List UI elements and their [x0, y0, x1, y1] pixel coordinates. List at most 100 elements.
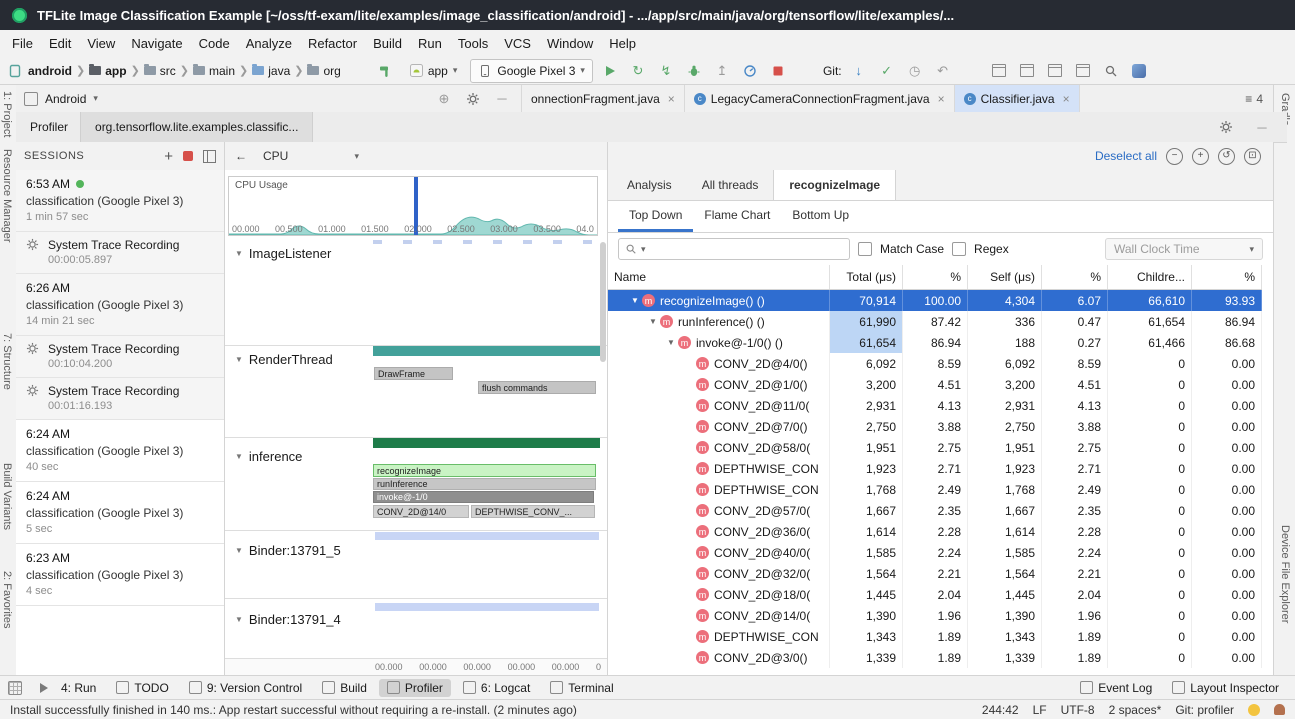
collapse-icon[interactable]: ▼ — [235, 546, 243, 555]
strip-button-build-variants[interactable]: Build Variants — [1, 463, 13, 530]
cpu-usage-chart[interactable]: CPU Usage 00.00000.50001.00001.50002.000… — [228, 176, 598, 236]
table-row[interactable]: mCONV_2D@32/0(1,5642.211,5642.2100.00 — [608, 563, 1262, 584]
close-tab-icon[interactable]: × — [668, 92, 675, 106]
run-config-selector[interactable]: app ▾ — [403, 60, 465, 82]
tool-window-button-profiler[interactable]: Profiler — [379, 679, 451, 697]
status-message[interactable]: Install successfully finished in 140 ms.… — [10, 703, 577, 717]
session-entry[interactable]: 6:53 AMclassification (Google Pixel 3)1 … — [16, 170, 224, 232]
clock-mode-selector[interactable]: Wall Clock Time ▾ — [1105, 238, 1263, 260]
avatar-icon[interactable] — [1128, 60, 1150, 82]
sessions-layout-button[interactable] — [203, 150, 216, 163]
menu-tools[interactable]: Tools — [450, 33, 496, 54]
git-branch-indicator[interactable]: Git: profiler — [1175, 703, 1234, 717]
tool-window-button-4-run[interactable]: 4: Run — [32, 679, 104, 697]
trace-event-invoke[interactable]: invoke@-1/0 — [373, 491, 594, 503]
stop-recording-button[interactable] — [183, 151, 193, 161]
zoom-in-button[interactable]: + — [1192, 148, 1209, 165]
line-separator-indicator[interactable]: LF — [1033, 703, 1047, 717]
tool-window-button-layout-inspector[interactable]: Layout Inspector — [1164, 679, 1287, 697]
column-header[interactable]: Total (μs) — [830, 265, 903, 289]
thread-row-binder4[interactable]: ▼ Binder:13791_4 — [235, 612, 341, 627]
run-button[interactable] — [599, 60, 621, 82]
deselect-all-link[interactable]: Deselect all — [1095, 149, 1157, 163]
session-entry[interactable]: 6:24 AMclassification (Google Pixel 3)40… — [16, 420, 224, 482]
table-row[interactable]: mCONV_2D@3/0()1,3391.891,3391.8900.00 — [608, 647, 1262, 668]
tool-window-button-terminal[interactable]: Terminal — [542, 679, 621, 697]
menu-build[interactable]: Build — [365, 33, 410, 54]
tool-window-button-6-logcat[interactable]: 6: Logcat — [455, 679, 538, 697]
locate-file-button[interactable]: ⊕ — [433, 88, 455, 110]
strip-button-device-file-explorer[interactable]: Device File Explorer — [1279, 525, 1291, 623]
profiler-type-selector[interactable]: CPU ▾ — [263, 149, 359, 163]
menu-file[interactable]: File — [4, 33, 41, 54]
strip-button-1-project[interactable]: 1: Project — [1, 91, 13, 137]
expander-icon[interactable]: ▼ — [664, 338, 678, 347]
run-with-coverage-button[interactable]: ↥ — [711, 60, 733, 82]
menu-analyze[interactable]: Analyze — [238, 33, 300, 54]
indent-indicator[interactable]: 2 spaces* — [1109, 703, 1162, 717]
table-row[interactable]: mCONV_2D@40/0(1,5852.241,5852.2400.00 — [608, 542, 1262, 563]
device-selector[interactable]: Google Pixel 3 ▾ — [470, 59, 593, 83]
column-header[interactable]: Self (μs) — [968, 265, 1042, 289]
match-case-checkbox[interactable] — [858, 242, 872, 256]
breadcrumb-item-src[interactable]: src — [144, 64, 176, 78]
tool-window-button-9-version-control[interactable]: 9: Version Control — [181, 679, 310, 697]
table-row[interactable]: mCONV_2D@4/0()6,0928.596,0928.5900.00 — [608, 353, 1262, 374]
column-header[interactable]: Name — [608, 265, 830, 289]
profiler-settings-button[interactable] — [1215, 116, 1237, 138]
strip-button-7-structure[interactable]: 7: Structure — [1, 333, 13, 390]
editor-tab[interactable]: cClassifier.java× — [955, 85, 1080, 112]
project-settings-button[interactable] — [462, 88, 484, 110]
hidden-tabs-button[interactable]: ≡ 4 — [1235, 85, 1273, 112]
table-row[interactable]: mDEPTHWISE_CON1,7682.491,7682.4900.00 — [608, 479, 1262, 500]
trace-event-flush-commands[interactable]: flush commands — [478, 381, 596, 394]
minimize-panel-button[interactable]: ─ — [1251, 116, 1273, 138]
avd-manager-button[interactable] — [1016, 60, 1038, 82]
menu-navigate[interactable]: Navigate — [123, 33, 190, 54]
collapse-icon[interactable]: ▼ — [235, 355, 243, 364]
cursor-position[interactable]: 244:42 — [982, 703, 1019, 717]
hide-panel-button[interactable]: ─ — [491, 88, 513, 110]
trace-event-depthwise-conv[interactable]: DEPTHWISE_CONV_... — [471, 505, 595, 518]
editor-tab[interactable]: onnectionFragment.java× — [522, 85, 685, 112]
menu-help[interactable]: Help — [601, 33, 644, 54]
profiler-session-tab[interactable]: org.tensorflow.lite.examples.classific..… — [80, 112, 313, 142]
breadcrumb-item-org[interactable]: org — [307, 64, 340, 78]
collapse-icon[interactable]: ▼ — [235, 249, 243, 258]
recording-entry[interactable]: System Trace Recording00:10:04.200 — [16, 336, 224, 378]
subtab-top-down[interactable]: Top Down — [618, 201, 693, 232]
table-row[interactable]: ▼mrecognizeImage() ()70,914100.004,3046.… — [608, 290, 1262, 311]
table-row[interactable]: ▼mrunInference() ()61,99087.423360.4761,… — [608, 311, 1262, 332]
close-tab-icon[interactable]: × — [1063, 92, 1070, 106]
column-header[interactable]: % — [903, 265, 968, 289]
subtab-flame-chart[interactable]: Flame Chart — [693, 201, 781, 232]
breadcrumb-item-android[interactable]: android — [28, 64, 72, 78]
git-update-button[interactable]: ↓ — [848, 60, 870, 82]
search-box[interactable]: ▾ — [618, 238, 850, 260]
tool-window-button-event-log[interactable]: Event Log — [1072, 679, 1160, 697]
feedback-smiley-icon[interactable] — [1248, 704, 1260, 716]
trace-event-runinference[interactable]: runInference — [373, 478, 596, 490]
analysis-tab-recognizeimage[interactable]: recognizeImage — [773, 170, 896, 200]
recording-entry[interactable]: System Trace Recording00:00:05.897 — [16, 232, 224, 274]
breadcrumb-item-main[interactable]: main — [193, 64, 235, 78]
thread-row-imagelistener[interactable]: ▼ ImageListener — [235, 246, 331, 261]
collapse-sessions-button[interactable]: ← — [235, 149, 247, 163]
table-row[interactable]: mDEPTHWISE_CON1,9232.711,9232.7100.00 — [608, 458, 1262, 479]
tool-window-switcher-icon[interactable] — [8, 681, 22, 695]
menu-code[interactable]: Code — [191, 33, 238, 54]
git-rollback-button[interactable]: ↶ — [932, 60, 954, 82]
menu-window[interactable]: Window — [539, 33, 601, 54]
table-row[interactable]: mCONV_2D@7/0()2,7503.882,7503.8800.00 — [608, 416, 1262, 437]
thread-row-binder5[interactable]: ▼ Binder:13791_5 — [235, 543, 341, 558]
search-everywhere-button[interactable] — [1100, 60, 1122, 82]
strip-button-resource-manager[interactable]: Resource Manager — [1, 149, 13, 243]
profile-app-button[interactable] — [739, 60, 761, 82]
analysis-tab-analysis[interactable]: Analysis — [612, 170, 687, 200]
stop-button[interactable] — [767, 60, 789, 82]
table-row[interactable]: mCONV_2D@1/0()3,2004.513,2004.5100.00 — [608, 374, 1262, 395]
subtab-bottom-up[interactable]: Bottom Up — [781, 201, 860, 232]
zoom-to-selection-button[interactable]: ⊡ — [1244, 148, 1261, 165]
debug-button[interactable] — [683, 60, 705, 82]
session-entry[interactable]: 6:26 AMclassification (Google Pixel 3)14… — [16, 274, 224, 336]
